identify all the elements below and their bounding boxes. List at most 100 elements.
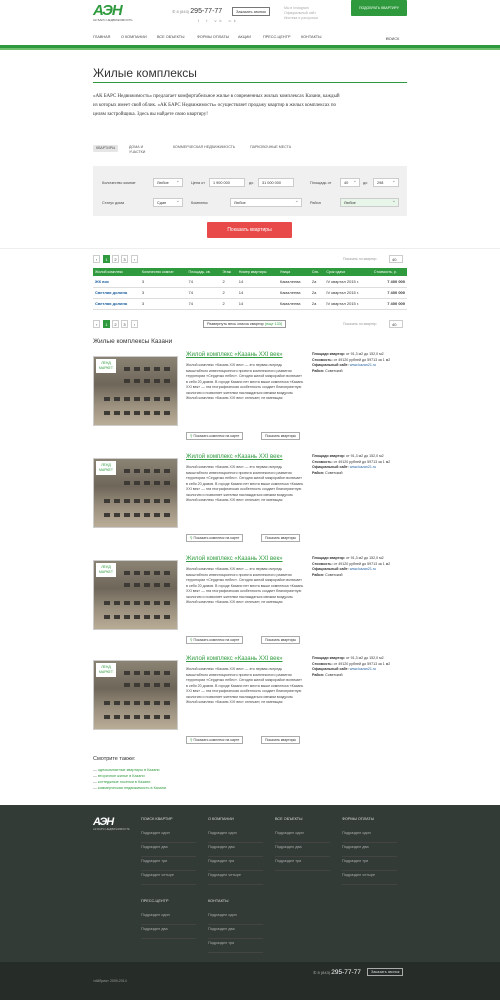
complex-photo[interactable]: ЛЕНД МАРКЕТ — [93, 458, 178, 528]
cell-complex[interactable]: Светлая долина — [93, 298, 140, 310]
table-row[interactable]: ЖК вос 3 74 2 14 Камалеева 2а IV квартал… — [93, 276, 407, 288]
complex-photo[interactable]: ЛЕНД МАРКЕТ — [93, 660, 178, 730]
footer-link[interactable]: Подраздел два — [275, 843, 330, 857]
complex-photo[interactable]: ЛЕНД МАРКЕТ — [93, 560, 178, 630]
pager-page[interactable]: 2 — [112, 320, 119, 328]
show-on-map-button[interactable]: ⚲ Показать комплекс на карте — [186, 636, 244, 644]
footer-col-title[interactable]: Все объекты — [275, 817, 330, 821]
footer-link[interactable]: Подраздел три — [141, 857, 196, 871]
show-flats-button[interactable]: Показать квартиры — [261, 432, 301, 440]
show-flats-button[interactable]: Показать квартиры — [261, 636, 301, 644]
col-deadline[interactable]: Срок сдачи — [324, 268, 372, 276]
footer-link[interactable]: Подраздел четыре — [208, 871, 263, 885]
complex-title-link[interactable]: Жилой комплекс «Казань XXI век» — [186, 454, 282, 460]
show-on-map-button[interactable]: ⚲ Показать комплекс на карте — [186, 534, 244, 542]
price-from-input[interactable]: 1 900 000 — [209, 178, 245, 187]
nav-item-about[interactable]: О компании — [121, 35, 147, 39]
footer-link[interactable]: Подраздел один — [275, 829, 330, 843]
footer-link[interactable]: Подраздел один — [342, 829, 397, 843]
pick-apartment-button[interactable]: ПОДОБРАТЬ КВАРТИРУ — [351, 0, 407, 16]
see-also-link[interactable]: коммерческая недвижимость в Казани — [93, 785, 166, 791]
col-number[interactable]: Номер квартиры — [236, 268, 278, 276]
footer-logo[interactable]: АЭН АК БАРС НЕДВИЖИМОСТЬ — [93, 817, 130, 832]
site-link[interactable]: www.kazan21.ru — [350, 667, 376, 671]
footer-col-title[interactable]: Формы оплаты — [342, 817, 397, 821]
pager-next[interactable]: › — [131, 320, 138, 328]
col-floor[interactable]: Этаж — [220, 268, 237, 276]
col-section[interactable]: Сек. — [309, 268, 325, 276]
footer-call-button[interactable]: Заказать звонок — [367, 968, 404, 976]
show-apartments-button[interactable]: Показать квартиры — [207, 222, 292, 238]
footer-link[interactable]: Подраздел два — [208, 925, 263, 939]
footer-col-title[interactable]: Пресс-центр — [141, 899, 196, 903]
district-select[interactable]: Любое — [340, 198, 399, 207]
col-price[interactable]: Стоимость, р. — [371, 268, 407, 276]
col-area[interactable]: Площадь, кв. — [186, 268, 221, 276]
footer-phone[interactable]: ✆ 8 (843) 295-77-77 — [313, 969, 361, 976]
show-flats-button[interactable]: Показать квартиры — [261, 736, 301, 744]
expand-list-button[interactable]: Развернуть весь список квартир (еще 133) — [203, 320, 287, 328]
table-row[interactable]: Светлая долина 3 74 2 14 Камалеева 2а IV… — [93, 287, 407, 299]
pager-page[interactable]: 1 — [103, 255, 110, 263]
complex-title-link[interactable]: Жилой комплекс «Казань XXI век» — [186, 556, 282, 562]
footer-link[interactable]: Подраздел три — [342, 857, 397, 871]
status-select[interactable]: Сдан — [153, 198, 183, 207]
footer-link[interactable]: Подраздел один — [208, 829, 263, 843]
nav-item-contacts[interactable]: Контакты — [301, 35, 321, 39]
footer-link[interactable]: Подраздел два — [342, 843, 397, 857]
pager-next[interactable]: › — [131, 255, 138, 263]
show-flats-button[interactable]: Показать квартиры — [261, 534, 301, 542]
footer-link[interactable]: Подраздел один — [141, 911, 196, 925]
col-complex[interactable]: Жилой комплекс — [93, 268, 140, 276]
nav-item-home[interactable]: Главная — [93, 35, 110, 39]
footer-col-title[interactable]: Контакты — [208, 899, 263, 903]
footer-link[interactable]: Подраздел четыре — [141, 871, 196, 885]
nav-item-objects[interactable]: Все объекты — [157, 35, 185, 39]
call-request-button[interactable]: Заказать звонок — [232, 7, 270, 16]
col-rooms[interactable]: Количество комнат — [139, 268, 187, 276]
footer-link[interactable]: Подраздел три — [208, 939, 263, 953]
per-page-select[interactable]: 40 — [389, 320, 403, 328]
info-line[interactable]: Ипотека и рассрочка — [284, 16, 318, 21]
complex-select[interactable]: Любое — [230, 198, 302, 207]
price-to-input[interactable]: 31 000 000 — [258, 178, 294, 187]
nav-item-promo[interactable]: Акции — [238, 35, 251, 39]
pager-prev[interactable]: ‹ — [93, 320, 100, 328]
site-link[interactable]: www.kazan21.ru — [350, 567, 376, 571]
cell-complex[interactable]: Светлая долина — [93, 287, 140, 299]
complex-photo[interactable]: ЛЕНД МАРКЕТ — [93, 356, 178, 426]
complex-title-link[interactable]: Жилой комплекс «Казань XXI век» — [186, 656, 282, 662]
footer-link[interactable]: Подраздел три — [208, 857, 263, 871]
social-icons[interactable]: f t vk ok — [198, 18, 239, 23]
col-street[interactable]: Улица — [277, 268, 310, 276]
footer-col-title[interactable]: Поиск квартир — [141, 817, 196, 821]
show-on-map-button[interactable]: ⚲ Показать комплекс на карте — [186, 736, 244, 744]
cell-complex[interactable]: ЖК вос — [93, 276, 140, 288]
nav-item-payment[interactable]: Формы оплаты — [197, 35, 229, 39]
logo[interactable]: АЭН АК БАРС НЕДВИЖИМОСТЬ — [93, 3, 133, 24]
pager-page[interactable]: 3 — [121, 255, 128, 263]
pager-page[interactable]: 2 — [112, 255, 119, 263]
footer-link[interactable]: Подраздел три — [275, 857, 330, 871]
footer-link[interactable]: Подраздел два — [141, 843, 196, 857]
footer-link[interactable]: Подраздел два — [141, 925, 196, 939]
area-from-select[interactable]: 40 — [340, 178, 360, 187]
footer-link[interactable]: Подраздел четыре — [342, 871, 397, 885]
table-row[interactable]: Светлая долина 3 74 2 14 Камалеева 2а IV… — [93, 298, 407, 310]
header-phone[interactable]: ✆ 8 (843) 295-77-77 — [172, 8, 222, 15]
per-page-select[interactable]: 40 — [389, 255, 403, 263]
pager-prev[interactable]: ‹ — [93, 255, 100, 263]
pager-page[interactable]: 3 — [121, 320, 128, 328]
footer-link[interactable]: Подраздел один — [208, 911, 263, 925]
site-link[interactable]: www.kazan21.ru — [350, 465, 376, 469]
rooms-select[interactable]: Любое — [153, 178, 183, 187]
footer-link[interactable]: Подраздел два — [208, 843, 263, 857]
footer-col-title[interactable]: О компании — [208, 817, 263, 821]
pager-page[interactable]: 1 — [103, 320, 110, 328]
footer-link[interactable]: Подраздел один — [141, 829, 196, 843]
tab-apartments[interactable]: Квартиры — [93, 145, 119, 152]
tab-houses[interactable]: Дома и участки — [129, 145, 155, 155]
tab-parking[interactable]: Парковочные места — [250, 145, 291, 150]
complex-title-link[interactable]: Жилой комплекс «Казань XXI век» — [186, 352, 282, 358]
tab-commercial[interactable]: Коммерческая недвижимость — [173, 145, 235, 150]
